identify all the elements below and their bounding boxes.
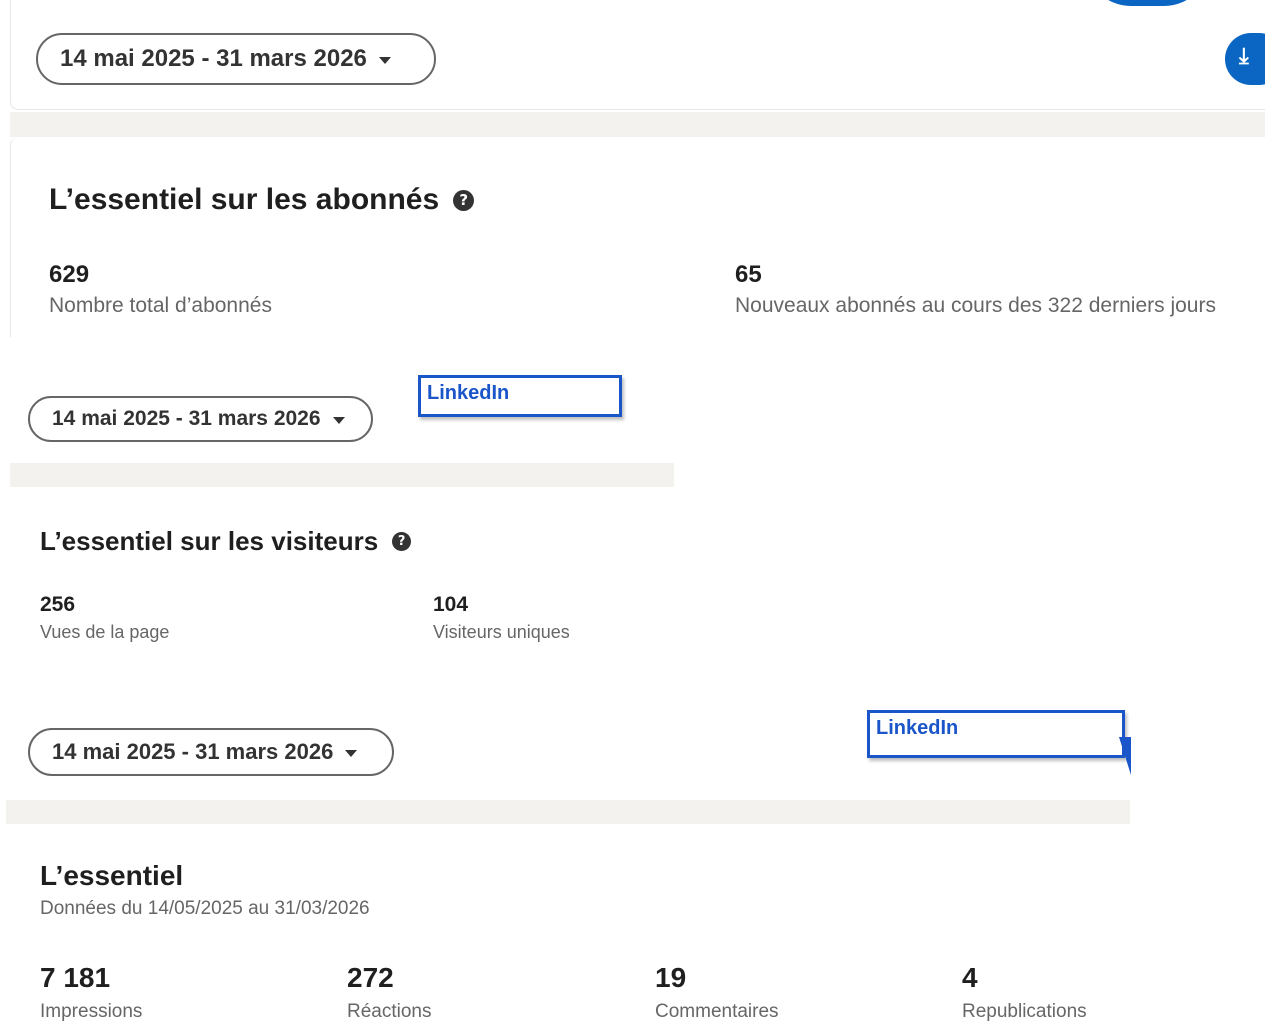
linkedin-label-box: LinkedIn: [418, 375, 622, 417]
comments-value: 19: [655, 962, 687, 993]
date-range-text: 14 mai 2025 - 31 mars 2026: [52, 407, 321, 430]
impressions-label: Impressions: [40, 1001, 143, 1022]
caret-down-icon: [332, 416, 345, 424]
date-range-text: 14 mai 2025 - 31 mars 2026: [60, 45, 367, 72]
date-range-dropdown[interactable]: 14 mai 2025 - 31 mars 2026: [28, 728, 394, 776]
page-views-value: 256: [40, 593, 76, 616]
unique-visitors-label: Visiteurs uniques: [433, 622, 570, 642]
date-range-text: 14 mai 2025 - 31 mars 2026: [52, 739, 334, 764]
reposts-value: 4: [962, 962, 978, 993]
question-circle-icon[interactable]: ?: [392, 531, 412, 551]
reactions-label: Réactions: [347, 1001, 432, 1022]
date-range-dropdown[interactable]: 14 mai 2025 - 31 mars 2026: [28, 396, 373, 442]
comments-label: Commentaires: [655, 1001, 779, 1022]
new-followers-value: 65: [735, 261, 762, 288]
caret-down-icon: [345, 749, 358, 757]
date-range-dropdown[interactable]: 14 mai 2025 - 31 mars 2026: [36, 33, 436, 85]
highlights-section-title: L’essentiel: [40, 860, 184, 891]
new-followers-label: Nouveaux abonnés au cours des 322 dernie…: [735, 294, 1216, 317]
reactions-value: 272: [347, 962, 394, 993]
linkedin-label-box: LinkedIn: [867, 710, 1125, 758]
unique-visitors-value: 104: [433, 593, 469, 616]
caret-down-icon: [378, 56, 391, 64]
content-panel: 14 mai 2025 - 31 mars 2026 LinkedIn L’es…: [0, 665, 1265, 1025]
section-separator: [10, 112, 1265, 137]
visitors-section-title: L’essentiel sur les visiteurs ?: [40, 524, 412, 558]
highlights-subtitle: Données du 14/05/2025 au 31/03/2026: [40, 898, 370, 919]
section-separator: [10, 463, 674, 487]
question-circle-icon[interactable]: ?: [453, 189, 475, 211]
reposts-label: Republications: [962, 1001, 1087, 1022]
visitors-panel: 14 mai 2025 - 31 mars 2026 LinkedIn L’es…: [0, 335, 700, 665]
impressions-value: 7 181: [40, 962, 111, 993]
total-followers-value: 629: [49, 261, 90, 288]
page-views-label: Vues de la page: [40, 622, 170, 642]
download-icon: ⤓: [1239, 43, 1249, 68]
followers-section-title: L’essentiel sur les abonnés ?: [49, 180, 475, 220]
section-separator: [6, 800, 1130, 824]
followers-panel: 14 mai 2025 - 31 mars 2026 ⤓ L’essentiel…: [0, 0, 1265, 337]
total-followers-label: Nombre total d’abonnés: [49, 294, 272, 317]
